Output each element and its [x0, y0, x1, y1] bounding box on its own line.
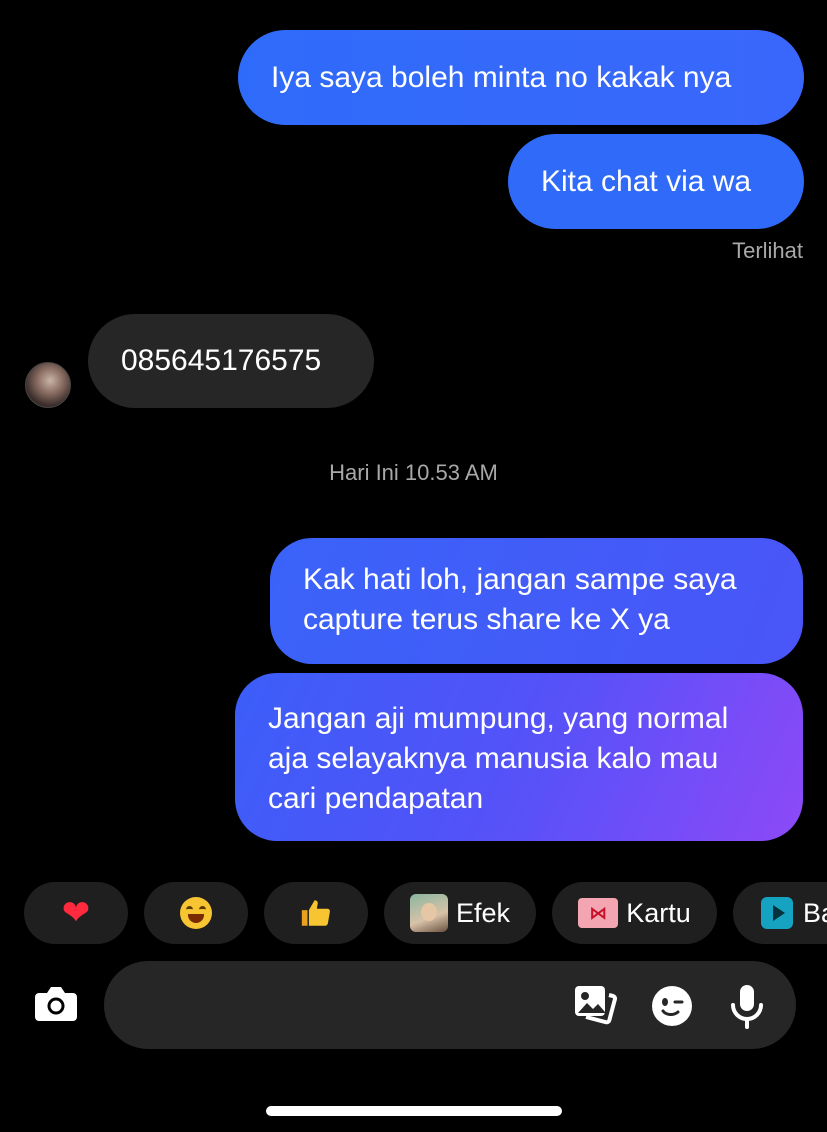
kartu-chip[interactable]: ⋈ Kartu — [552, 882, 717, 944]
thumbs-up-icon — [301, 900, 330, 926]
message-input[interactable] — [132, 983, 556, 1029]
heart-icon: ❤ — [61, 893, 91, 933]
received-message-1[interactable]: 085645176575 — [88, 314, 374, 408]
sent-message-1[interactable]: Iya saya boleh minta no kakak nya — [238, 30, 804, 125]
message-text: 085645176575 — [121, 344, 322, 377]
timestamp-divider: Hari Ini 10.53 AM — [329, 460, 498, 485]
card-ribbon-icon: ⋈ — [578, 898, 619, 928]
camera-icon[interactable] — [33, 983, 79, 1025]
efek-chip[interactable]: Efek — [384, 882, 536, 944]
sent-message-2[interactable]: Kita chat via wa — [508, 134, 804, 229]
message-text-line: Kak hati loh, jangan sampe saya — [303, 563, 737, 596]
heart-reaction-chip[interactable]: ❤ — [24, 882, 128, 944]
thumbs-up-reaction-chip[interactable] — [264, 882, 368, 944]
message-composer — [104, 961, 796, 1049]
effect-thumbnail-icon — [409, 894, 448, 932]
message-text-line: cari pendapatan — [268, 782, 484, 815]
gallery-icon[interactable] — [572, 983, 618, 1029]
avatar[interactable] — [25, 362, 71, 408]
sent-message-3[interactable]: Kak hati loh, jangan sampe saya capture … — [270, 538, 803, 664]
seen-status: Terlihat — [732, 238, 803, 263]
laughing-face-icon — [180, 897, 212, 929]
message-text: Kita chat via wa — [541, 165, 752, 198]
message-text-line: aja selayaknya manusia kalo mau — [268, 742, 719, 775]
laugh-reaction-chip[interactable] — [144, 882, 248, 944]
play-icon — [761, 897, 793, 929]
ba-chip[interactable]: Ba — [733, 882, 827, 944]
chip-label: Efek — [455, 897, 511, 928]
sent-message-4[interactable]: Jangan aji mumpung, yang normal aja sela… — [235, 673, 803, 841]
message-text-line: capture terus share ke X ya — [303, 603, 670, 636]
chip-label: Kartu — [626, 897, 691, 928]
message-text-line: Jangan aji mumpung, yang normal — [268, 702, 729, 735]
sticker-icon[interactable] — [649, 983, 695, 1029]
home-indicator — [266, 1106, 562, 1116]
microphone-icon[interactable] — [724, 983, 770, 1029]
chip-label: Ba — [803, 897, 827, 928]
message-text: Iya saya boleh minta no kakak nya — [271, 61, 732, 94]
quick-reaction-bar: ❤ Efek ⋈ Kartu Ba — [24, 882, 827, 944]
